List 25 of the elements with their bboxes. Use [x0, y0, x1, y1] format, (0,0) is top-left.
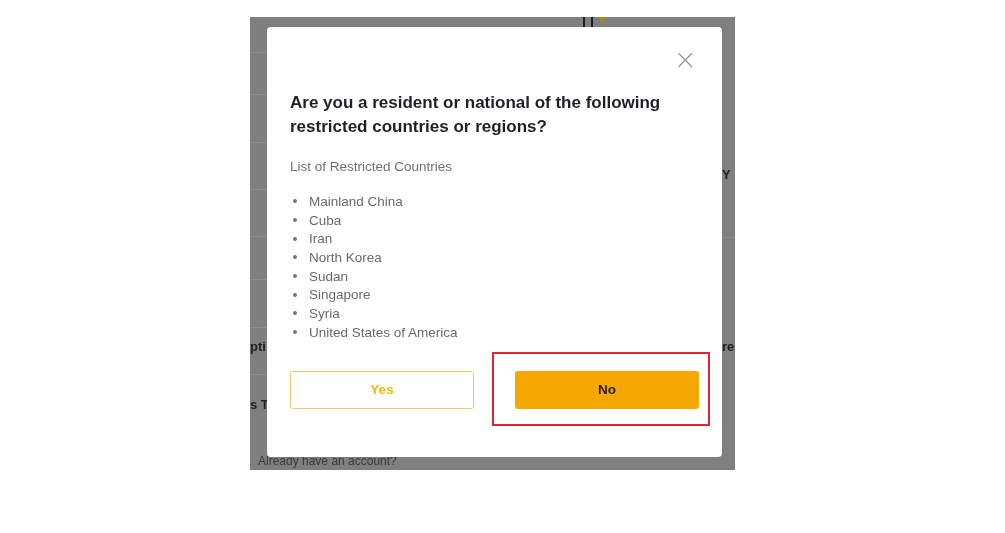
bullet-icon [293, 311, 297, 316]
country-name: North Korea [309, 249, 382, 265]
bullet-icon [293, 292, 297, 297]
country-name: Iran [309, 231, 333, 247]
country-name: United States of America [309, 324, 458, 340]
bullet-icon [293, 330, 297, 335]
bullet-icon [293, 199, 297, 204]
no-button[interactable]: No [515, 370, 699, 409]
background-text: pti [250, 339, 266, 354]
country-name: Syria [309, 305, 340, 321]
bullet-icon [293, 274, 297, 279]
background-text: re [722, 339, 735, 354]
dialog-title: Are you a resident or national of the following restricted countries or regions? [290, 92, 662, 138]
account-prompt: Already have an account? [258, 454, 397, 468]
bullet-icon [293, 218, 297, 223]
bullet-icon [293, 236, 297, 241]
country-name: Mainland China [309, 193, 403, 209]
bullet-icon [293, 255, 297, 260]
list-label: List of Restricted Countries [290, 159, 454, 174]
country-name: Sudan [309, 268, 349, 284]
yes-button[interactable]: Yes [290, 370, 474, 409]
pillar-icon [580, 17, 606, 29]
country-name: Singapore [309, 287, 371, 303]
background-text: Y [722, 167, 731, 182]
country-name: Cuba [309, 212, 342, 228]
